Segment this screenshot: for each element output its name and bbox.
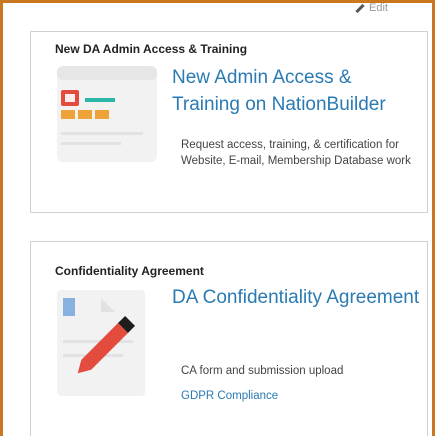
confidentiality-agreement-link[interactable]: DA Confidentiality Agreement xyxy=(172,284,422,311)
card-heading: New DA Admin Access & Training xyxy=(55,42,248,56)
admin-access-card: New DA Admin Access & Training New Admin… xyxy=(30,31,428,213)
document-pencil-icon[interactable] xyxy=(53,290,163,400)
admin-access-link[interactable]: New Admin Access & Training on NationBui… xyxy=(172,64,422,118)
gdpr-compliance-link[interactable]: GDPR Compliance xyxy=(181,390,278,402)
card-description: CA form and submission upload xyxy=(181,365,344,377)
card-heading: Confidentiality Agreement xyxy=(55,264,204,278)
edit-label: Edit xyxy=(369,2,388,14)
edit-link[interactable]: Edit xyxy=(355,2,388,14)
confidentiality-card: Confidentiality Agreement DA Confidentia… xyxy=(30,241,428,436)
pencil-icon xyxy=(355,3,365,13)
card-description: Request access, training, & certificatio… xyxy=(181,139,411,167)
admin-panel-icon[interactable] xyxy=(53,60,163,170)
